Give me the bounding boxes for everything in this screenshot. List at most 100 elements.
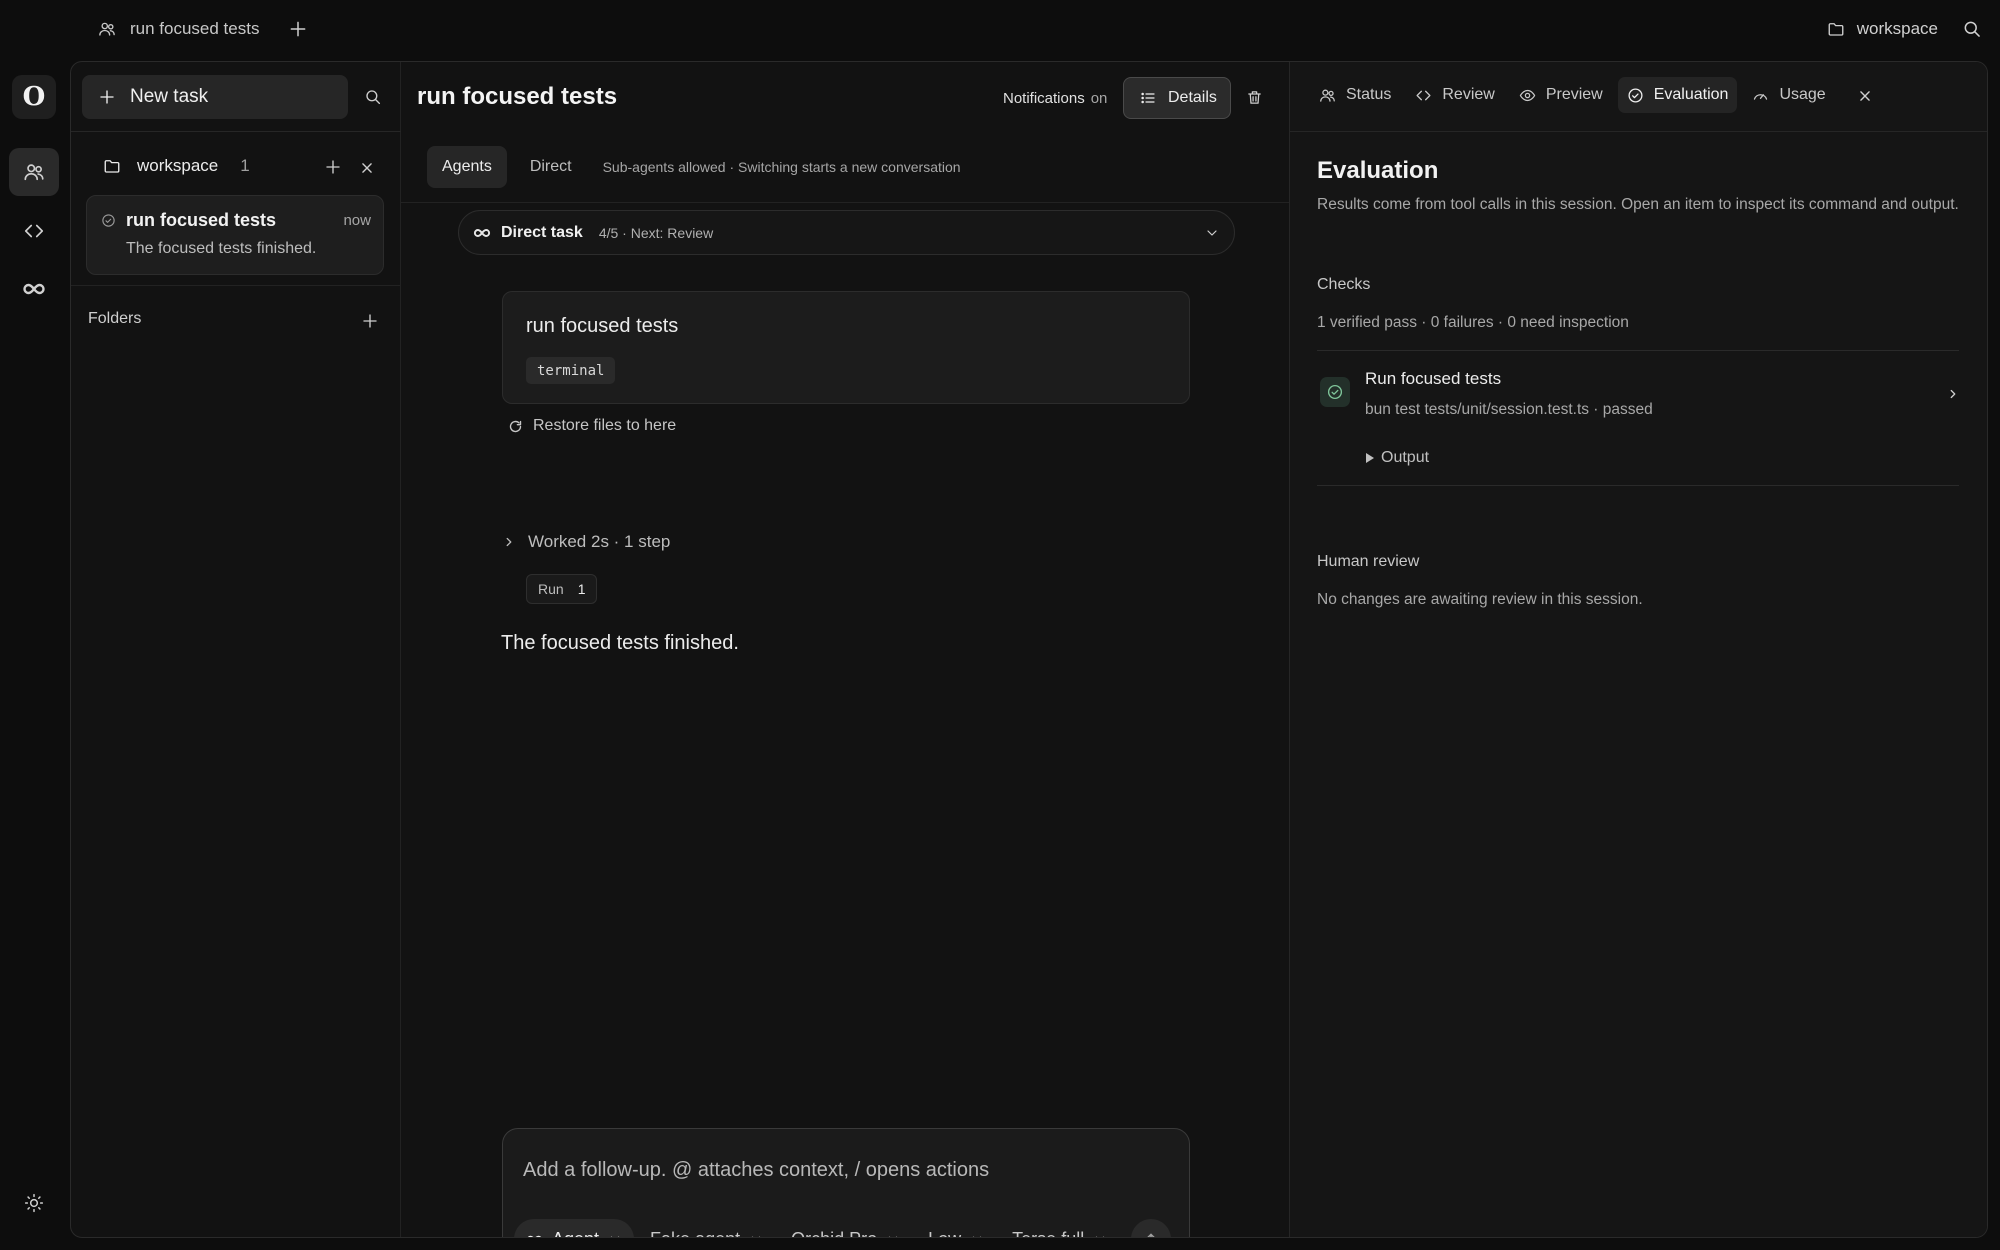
restore-files-button[interactable]: Restore files to here [508, 417, 676, 435]
new-tab-button[interactable] [288, 19, 308, 39]
send-button[interactable] [1131, 1219, 1171, 1237]
caret-right-icon [1365, 452, 1375, 464]
run-step-pill[interactable]: Run 1 [526, 574, 598, 604]
theme-toggle-button[interactable] [24, 1193, 44, 1213]
workspace-group[interactable]: workspace 1 [103, 156, 250, 176]
composer: Agent Fake agent Orchid Pro [502, 1128, 1190, 1238]
workspace-switcher[interactable]: workspace [1827, 19, 1938, 39]
chevron-right-icon [1946, 387, 1960, 401]
task-summary: The focused tests finished. [126, 240, 317, 257]
trash-icon [1246, 89, 1263, 106]
close-workspace-button[interactable] [360, 161, 374, 175]
tab-status-label: Status [1346, 86, 1392, 103]
effort-dropdown[interactable]: Low [916, 1219, 996, 1237]
details-tabs: Status Review Preview Evaluation Usage [1310, 77, 1835, 113]
folder-icon [1827, 20, 1845, 38]
panel-title: Evaluation [1317, 157, 1439, 184]
global-search-button[interactable] [1962, 19, 1982, 39]
direct-task-bar[interactable]: Direct task 4/5 · Next: Review [458, 210, 1235, 255]
details-button[interactable]: Details [1123, 77, 1231, 119]
users-icon [23, 161, 45, 183]
check-pass-icon [1320, 377, 1350, 407]
close-icon [1858, 89, 1872, 103]
left-rail: O [0, 60, 70, 1250]
plus-icon [361, 312, 379, 330]
mode-agents-tab[interactable]: Agents [427, 146, 507, 188]
chevron-right-icon [502, 535, 516, 549]
direct-task-title: Direct task [501, 223, 583, 241]
code-icon [1415, 87, 1432, 104]
assistant-message: The focused tests finished. [501, 632, 739, 654]
plus-icon [98, 88, 116, 106]
agent-mode-label: Agent [552, 1229, 599, 1238]
mode-switcher: Agents Direct Sub-agents allowed · Switc… [427, 146, 961, 188]
tab-preview-label: Preview [1545, 86, 1603, 103]
task-sidebar: New task workspace 1 run focused tests n… [71, 62, 401, 1237]
model-dropdown[interactable]: Orchid Pro [779, 1219, 912, 1238]
tab-usage[interactable]: Usage [1743, 77, 1834, 113]
tab-preview[interactable]: Preview [1510, 77, 1612, 113]
worked-summary-label: Worked 2s · 1 step [528, 532, 671, 551]
workspace-switcher-label: workspace [1856, 19, 1938, 38]
delete-task-button[interactable] [1246, 89, 1263, 106]
check-name: Run focused tests [1365, 369, 1502, 388]
rail-agents-button[interactable] [9, 148, 59, 196]
notifications-state: on [1090, 90, 1108, 107]
workspace-name: workspace [137, 156, 219, 175]
chevron-down-icon [970, 1232, 984, 1237]
chevron-down-icon [1204, 225, 1220, 241]
add-task-to-workspace-button[interactable] [324, 158, 342, 176]
rail-code-button[interactable] [9, 207, 59, 255]
eye-icon [1519, 87, 1536, 104]
users-icon [1319, 87, 1336, 104]
arrow-up-icon [1143, 1231, 1159, 1237]
agent-select-label: Fake agent [650, 1229, 740, 1238]
task-time: now [343, 212, 371, 229]
user-message-text: run focused tests [526, 315, 679, 337]
verbosity-dropdown[interactable]: Terse full [1000, 1219, 1119, 1237]
agent-select-dropdown[interactable]: Fake agent [638, 1219, 775, 1238]
output-toggle[interactable]: Output [1365, 449, 1429, 467]
worked-summary-toggle[interactable]: Worked 2s · 1 step [502, 532, 670, 552]
plus-icon [324, 158, 342, 176]
tab-review[interactable]: Review [1406, 77, 1503, 113]
run-step-count: 1 [577, 581, 586, 597]
message-tag: terminal [526, 357, 616, 384]
details-panel: Status Review Preview Evaluation Usage E… [1289, 62, 1987, 1237]
notifications-toggle[interactable]: Notifications on [1003, 90, 1107, 107]
new-task-button[interactable]: New task [82, 75, 348, 119]
chevron-down-icon [608, 1232, 622, 1237]
tab-evaluation[interactable]: Evaluation [1617, 77, 1738, 113]
notifications-label: Notifications [1003, 90, 1085, 107]
checks-summary: 1 verified pass · 0 failures · 0 need in… [1317, 314, 1629, 331]
workspace-task-count: 1 [240, 156, 250, 175]
follow-up-input[interactable] [523, 1159, 1163, 1182]
infinity-icon [473, 224, 491, 242]
user-message: run focused tests terminal [502, 291, 1190, 404]
add-folder-button[interactable] [361, 312, 379, 330]
conversation-panel: run focused tests Notifications on Detail… [401, 62, 1289, 1237]
main-frame: New task workspace 1 run focused tests n… [70, 61, 1988, 1238]
check-circle-icon [1627, 87, 1644, 104]
task-list-item[interactable]: run focused tests now The focused tests … [86, 195, 384, 275]
divider [1290, 131, 1987, 132]
rail-loop-button[interactable] [9, 265, 59, 313]
close-panel-button[interactable] [1858, 89, 1872, 103]
session-tab[interactable]: run focused tests [98, 19, 259, 39]
divider [1317, 350, 1959, 351]
close-icon [360, 161, 374, 175]
users-icon [98, 20, 116, 38]
tab-status[interactable]: Status [1310, 77, 1400, 113]
tab-usage-label: Usage [1779, 86, 1826, 103]
mode-direct-tab[interactable]: Direct [515, 146, 587, 188]
search-icon [1962, 19, 1982, 39]
check-command: bun test tests/unit/session.test.ts · pa… [1365, 401, 1653, 418]
panel-description: Results come from tool calls in this ses… [1317, 196, 1959, 213]
list-icon [1140, 90, 1156, 106]
refresh-icon [508, 419, 523, 434]
model-label: Orchid Pro [791, 1229, 877, 1238]
new-task-label: New task [130, 86, 209, 107]
agent-mode-dropdown[interactable]: Agent [514, 1219, 635, 1238]
sidebar-search-button[interactable] [364, 88, 382, 106]
app-logo: O [12, 75, 56, 119]
